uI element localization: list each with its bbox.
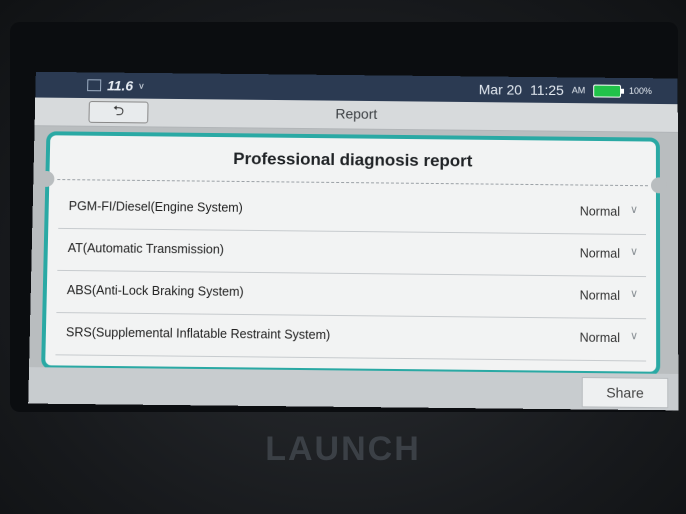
- status-ampm: AM: [571, 85, 586, 96]
- list-item[interactable]: ABS(Anti-Lock Braking System) Normal ∨: [56, 270, 647, 320]
- report-card: Professional diagnosis report PGM-FI/Die…: [38, 131, 667, 376]
- voltage-unit: v: [139, 80, 144, 91]
- voltage-value: 11.6: [106, 77, 134, 94]
- system-status: Normal: [579, 330, 620, 346]
- list-item[interactable]: PGM-FI/Diesel(Engine System) Normal ∨: [58, 187, 647, 236]
- card-notch-right: [650, 177, 667, 194]
- system-name: PGM-FI/Diesel(Engine System): [68, 199, 243, 215]
- bottom-bar: Share: [28, 367, 679, 411]
- system-status: Normal: [579, 204, 621, 219]
- chevron-down-icon: ∨: [629, 203, 639, 217]
- status-date: Mar 20: [478, 81, 523, 98]
- voltage-indicator: 11.6 v: [87, 77, 144, 94]
- brand-logo: LAUNCH: [265, 430, 421, 468]
- device-body: 11.6 v Mar 20 11:25 AM 100% ⮌ Report Pro…: [0, 0, 686, 514]
- status-time: 11:25: [530, 81, 564, 99]
- divider: [57, 179, 648, 187]
- chevron-down-icon: ∨: [629, 245, 639, 258]
- car-battery-icon: [87, 79, 102, 92]
- report-title: Professional diagnosis report: [233, 149, 473, 171]
- system-status: Normal: [579, 246, 621, 261]
- list-item[interactable]: AT(Automatic Transmission) Normal ∨: [57, 228, 647, 278]
- system-name: SRS(Supplemental Inflatable Restraint Sy…: [65, 325, 331, 343]
- battery-level: 100%: [628, 85, 652, 97]
- chevron-down-icon: ∨: [629, 330, 639, 343]
- system-list: PGM-FI/Diesel(Engine System) Normal ∨ AT…: [55, 187, 647, 362]
- system-name: AT(Automatic Transmission): [67, 240, 225, 257]
- screen: 11.6 v Mar 20 11:25 AM 100% ⮌ Report Pro…: [28, 71, 679, 411]
- chevron-down-icon: ∨: [629, 287, 639, 301]
- system-name: ABS(Anti-Lock Braking System): [66, 283, 244, 299]
- system-status: Normal: [579, 288, 621, 303]
- battery-icon: [593, 84, 622, 98]
- list-item[interactable]: SRS(Supplemental Inflatable Restraint Sy…: [55, 313, 647, 362]
- status-right: Mar 20 11:25 AM 100%: [479, 81, 652, 99]
- card-notch-left: [38, 170, 55, 187]
- share-button[interactable]: Share: [581, 377, 669, 409]
- title-bar: ⮌ Report: [34, 97, 678, 133]
